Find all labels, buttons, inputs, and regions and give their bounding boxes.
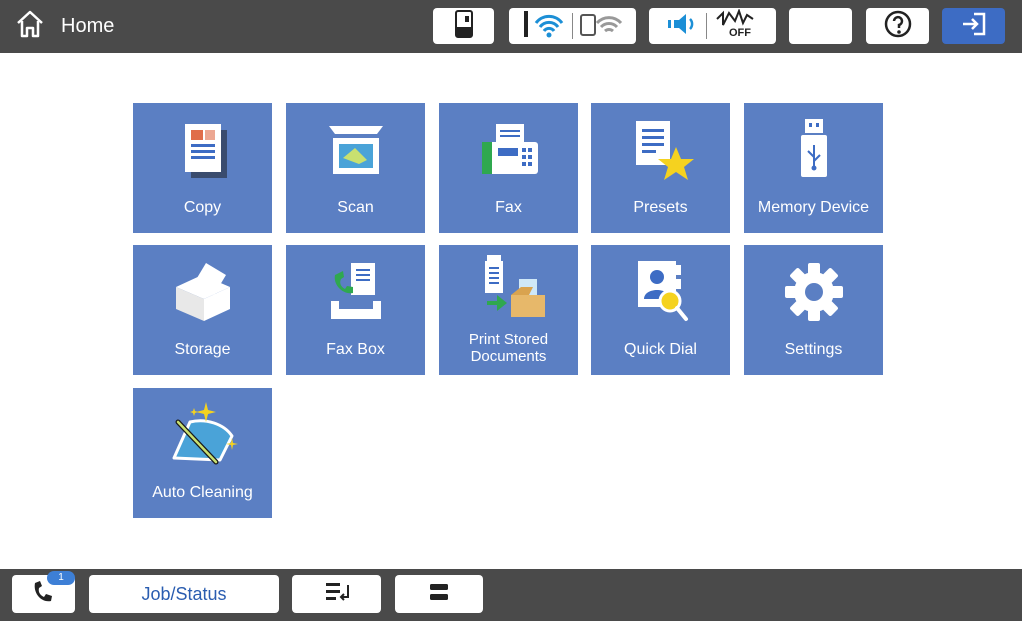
fax-signal-state: OFF <box>729 27 751 39</box>
tile-label: Fax <box>495 199 522 216</box>
tile-label: Presets <box>633 199 688 216</box>
tile-presets[interactable]: Presets <box>591 103 730 233</box>
network-status-button[interactable] <box>509 8 636 44</box>
top-bar: Home OFF <box>0 0 1022 53</box>
tile-label: Quick Dial <box>624 341 697 358</box>
home-icon <box>15 9 45 44</box>
divider <box>706 13 707 39</box>
tile-quick-dial[interactable]: Quick Dial <box>591 245 730 375</box>
home-button[interactable]: Home <box>15 9 115 44</box>
job-status-label: Job/Status <box>141 583 227 604</box>
tile-scan[interactable]: Scan <box>286 103 425 233</box>
wifi-icon <box>522 9 566 44</box>
tile-label: Memory Device <box>757 199 870 216</box>
tile-label: Scan <box>337 199 374 216</box>
fax-status-button[interactable]: 1 <box>12 571 75 613</box>
tile-label: Fax Box <box>326 341 385 358</box>
ink-level-icon <box>452 9 476 43</box>
page-title: Home <box>61 14 115 37</box>
wifi-direct-icon <box>579 9 623 44</box>
usb-memory-icon <box>744 115 883 185</box>
tile-label-line2: Documents <box>470 348 547 365</box>
bottom-bar: 1 Job/Status <box>0 569 1022 621</box>
fax-icon <box>439 115 578 185</box>
tile-label: Storage <box>174 341 231 358</box>
tile-label: Auto Cleaning <box>152 484 253 501</box>
tile-label: Copy <box>183 199 222 216</box>
gear-icon <box>744 257 883 327</box>
storage-icon <box>133 257 272 327</box>
tile-print-stored-documents[interactable]: Print Stored Documents <box>439 245 578 375</box>
tile-fax[interactable]: Fax <box>439 103 578 233</box>
sleep-button[interactable] <box>789 8 852 44</box>
job-status-button[interactable]: Job/Status <box>89 575 279 613</box>
scan-icon <box>286 115 425 185</box>
ink-level-button[interactable] <box>433 8 494 44</box>
print-stored-documents-icon <box>439 251 578 321</box>
login-button[interactable] <box>942 8 1005 44</box>
tile-copy[interactable]: Copy <box>133 103 272 233</box>
tile-auto-cleaning[interactable]: Auto Cleaning <box>133 388 272 518</box>
stop-icon <box>427 580 451 609</box>
tile-label-line1: Print Stored <box>468 331 549 348</box>
tile-label: Settings <box>784 341 843 358</box>
tile-memory-device[interactable]: Memory Device <box>744 103 883 233</box>
tile-label: Print Stored Documents <box>439 331 578 365</box>
help-icon <box>884 10 912 43</box>
copy-icon <box>133 115 272 185</box>
quick-dial-icon <box>591 257 730 327</box>
notification-badge: 1 <box>47 571 75 585</box>
stop-button[interactable] <box>395 575 483 613</box>
divider <box>572 13 573 39</box>
help-button[interactable] <box>866 8 929 44</box>
sound-and-fax-signal-button[interactable]: OFF <box>649 8 776 44</box>
sound-icon <box>666 9 700 44</box>
tile-storage[interactable]: Storage <box>133 245 272 375</box>
tile-settings[interactable]: Settings <box>744 245 883 375</box>
paper-tray-button[interactable] <box>292 575 381 613</box>
fax-signal-icon: OFF <box>713 8 759 43</box>
presets-icon <box>591 115 730 185</box>
sleep-moon-icon <box>809 10 833 43</box>
login-icon <box>960 10 988 43</box>
tile-fax-box[interactable]: Fax Box <box>286 245 425 375</box>
paper-tray-icon <box>322 579 352 610</box>
fax-box-icon <box>286 257 425 327</box>
auto-cleaning-icon <box>133 400 272 470</box>
